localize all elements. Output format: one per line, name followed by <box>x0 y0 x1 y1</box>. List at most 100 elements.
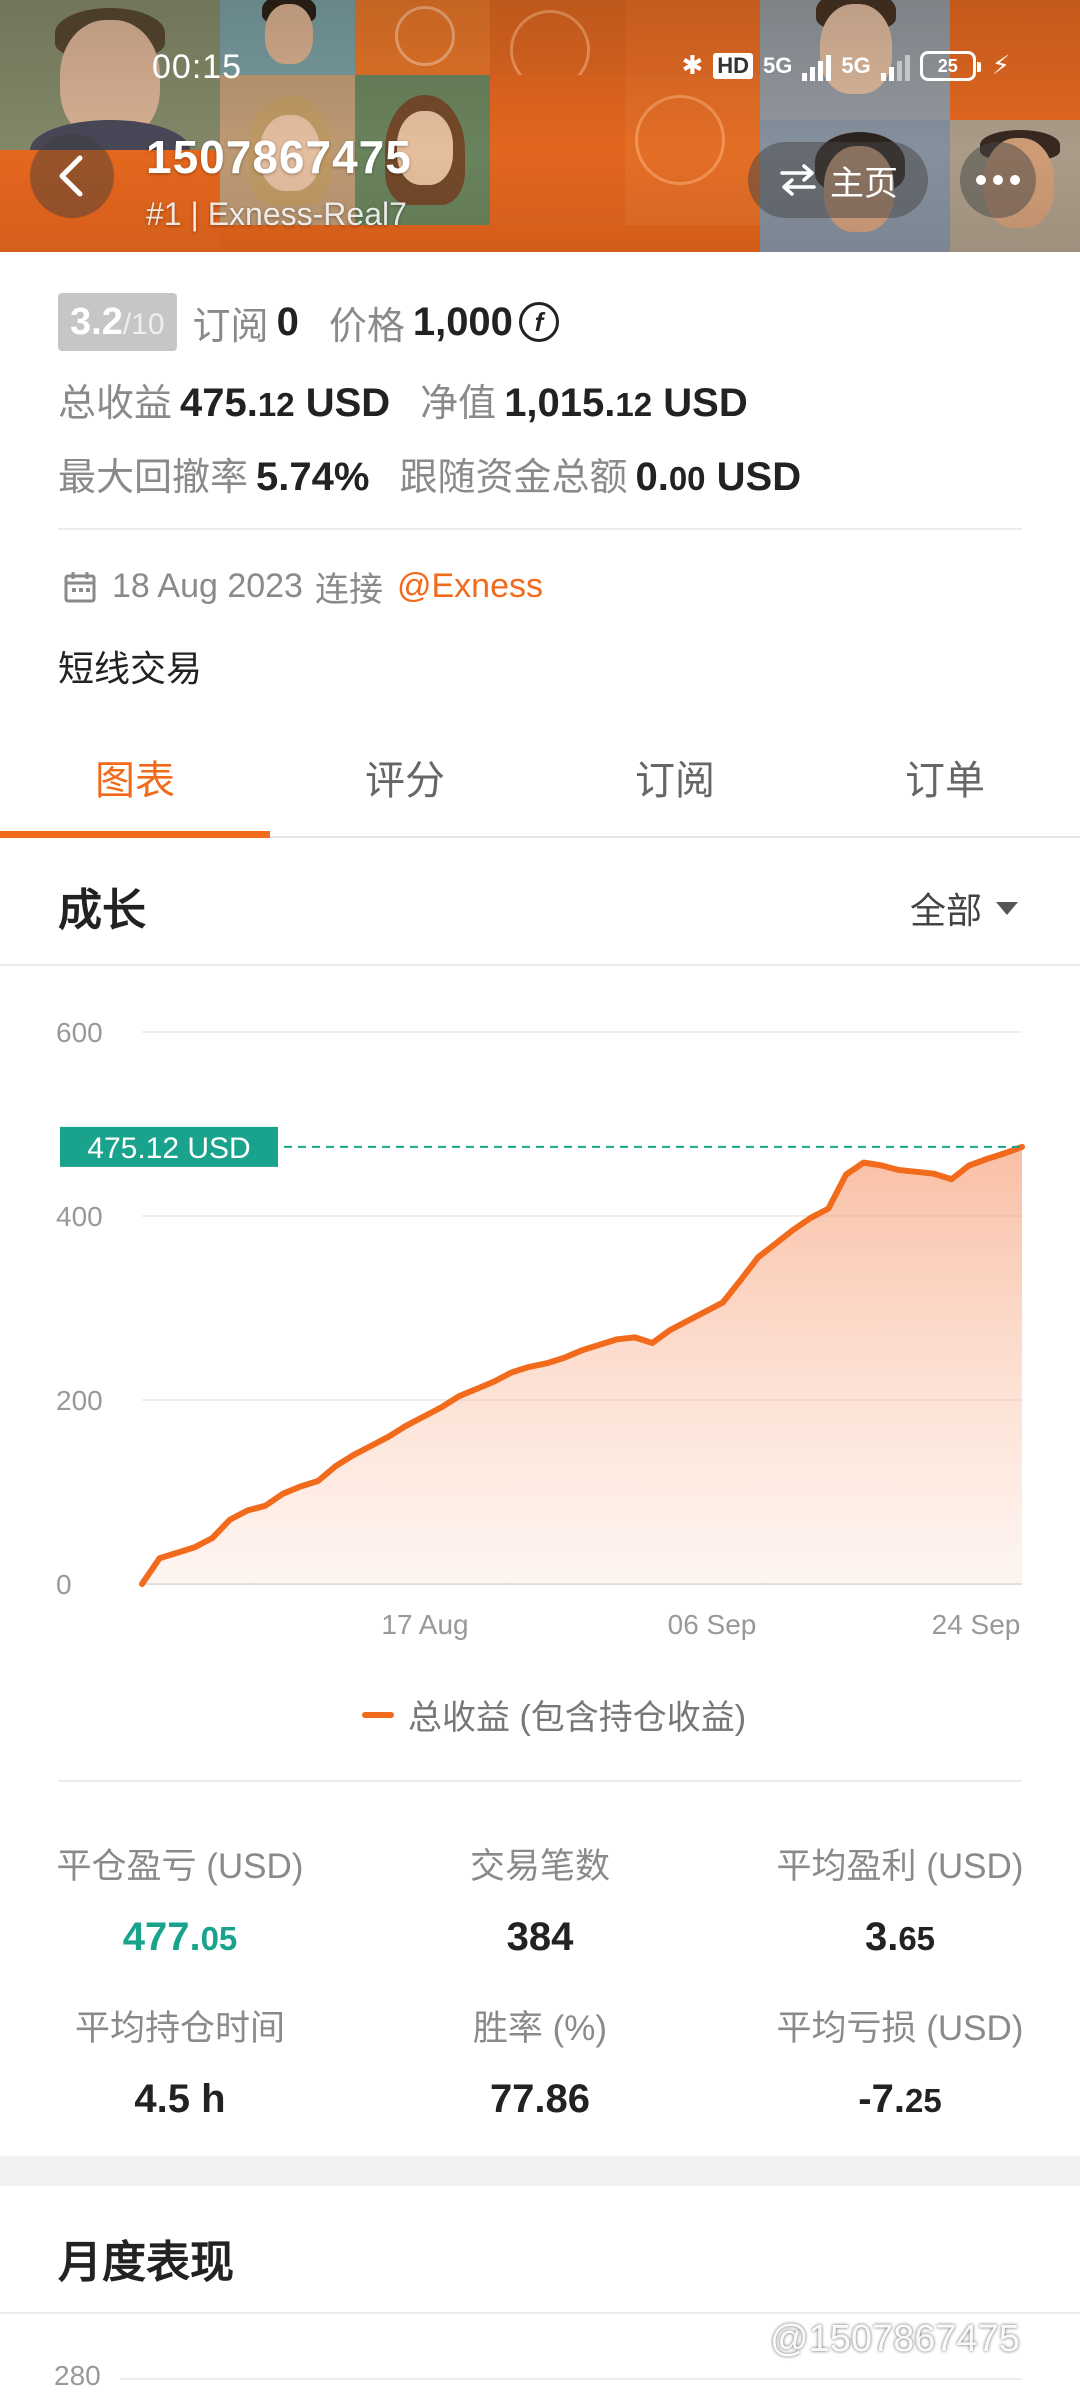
y-tick-label: 200 <box>56 1385 103 1416</box>
strategy-description: 短线交易 <box>58 648 203 689</box>
stat-label: 平均亏损 (USD) <box>776 2009 1024 2048</box>
follow-funds-label: 跟随资金总额 <box>399 457 628 499</box>
data-point <box>263 1503 268 1508</box>
data-point <box>492 1379 496 1384</box>
hd-icon: HD <box>713 52 754 79</box>
data-point <box>756 1255 760 1260</box>
signal-icon <box>802 51 832 81</box>
connected-date: 18 Aug 2023 <box>112 567 303 605</box>
max-drawdown-value: 5.74% <box>256 455 370 499</box>
account-id: 1507867475 <box>146 131 412 183</box>
data-point <box>316 1478 320 1483</box>
tab-subscribe[interactable]: 订阅 <box>540 738 810 836</box>
data-point <box>456 1394 461 1399</box>
data-point <box>703 1309 708 1314</box>
follow-funds-value: 0.00 USD <box>635 455 802 499</box>
legend-label: 总收益 (包含持仓收益) <box>408 1699 747 1737</box>
stat-avg-profit: 平均盈利 (USD) 3.65 <box>750 1838 1050 1960</box>
y-tick-label: 0 <box>56 1569 72 1600</box>
watermark: @1507867475 <box>770 2318 1020 2360</box>
data-point <box>210 1536 215 1540</box>
x-tick-label: 06 Sep <box>668 1609 757 1640</box>
total-profit-label: 总收益 <box>58 383 173 425</box>
stat-label: 交易笔数 <box>469 1847 610 1886</box>
data-point <box>615 1337 620 1342</box>
divider <box>0 2312 1080 2314</box>
data-point <box>404 1423 408 1428</box>
legend-swatch <box>362 1711 394 1718</box>
tab-rating[interactable]: 评分 <box>270 738 540 836</box>
back-button[interactable] <box>30 134 114 218</box>
data-point <box>527 1364 532 1369</box>
stat-label: 平均持仓时间 <box>74 2009 285 2048</box>
data-point <box>949 1177 954 1182</box>
coin-icon: f <box>518 302 559 342</box>
data-point <box>351 1453 356 1458</box>
home-button[interactable]: 主页 <box>748 142 928 218</box>
stat-closed-pnl: 平仓盈亏 (USD) 477.05 <box>30 1838 330 1960</box>
tab-orders[interactable]: 订单 <box>810 738 1080 836</box>
data-point <box>386 1434 391 1439</box>
y-tick-label: 400 <box>56 1201 103 1232</box>
data-point <box>668 1328 672 1333</box>
max-drawdown-label: 最大回撤率 <box>58 457 249 499</box>
stat-value: 77.86 <box>489 2077 591 2121</box>
stat-label: 平均盈利 (USD) <box>776 1847 1024 1886</box>
data-point <box>738 1278 743 1283</box>
home-button-label: 主页 <box>830 164 898 203</box>
charging-icon: ⚡ <box>991 50 1010 80</box>
range-dropdown[interactable]: 全部 <box>910 882 1019 934</box>
monthly-gridline <box>120 2378 1022 2380</box>
range-dropdown-value: 全部 <box>910 890 983 931</box>
data-point <box>791 1227 796 1232</box>
network-label: 5G <box>763 52 793 78</box>
data-point <box>914 1169 919 1174</box>
x-tick-label: 17 Aug <box>381 1609 468 1640</box>
data-point <box>632 1335 637 1340</box>
data-point <box>439 1405 444 1410</box>
data-point <box>650 1340 655 1345</box>
data-point <box>932 1171 936 1176</box>
data-point <box>844 1172 848 1177</box>
account-server: #1 | Exness-Real7 <box>146 196 407 232</box>
calendar-icon <box>64 571 96 602</box>
data-point <box>720 1300 725 1305</box>
signal-icon <box>880 51 910 81</box>
data-point <box>474 1386 479 1391</box>
score-badge: 3.2/10 <box>58 293 177 351</box>
growth-chart: 475.12 USD 0 200 400 600 17 Aug 06 Sep 24 Sep <box>56 1017 1025 1640</box>
divider <box>58 1780 1022 1782</box>
data-point <box>896 1168 901 1172</box>
stat-label: 胜率 (%) <box>472 2009 608 2048</box>
data-point <box>879 1163 884 1168</box>
stat-label: 平仓盈亏 (USD) <box>56 1847 304 1886</box>
data-point <box>544 1361 549 1366</box>
data-point <box>140 1582 144 1586</box>
divider <box>58 528 1022 530</box>
data-point <box>808 1215 813 1220</box>
growth-title: 成长 <box>58 886 146 935</box>
data-point <box>685 1318 690 1323</box>
data-point <box>175 1550 180 1555</box>
subscribe-count: 0 <box>276 299 299 344</box>
network-label: 5G <box>841 52 871 78</box>
x-tick-label: 24 Sep <box>932 1609 1021 1640</box>
rating-row: 3.2/10 订阅 0 价格 1,000 f <box>58 293 559 351</box>
chart-legend: 总收益 (包含持仓收益) <box>362 1690 746 1739</box>
more-options-icon[interactable] <box>960 142 1036 218</box>
tab-chart[interactable]: 图表 <box>0 738 270 838</box>
total-profit-value: 475.12 USD <box>180 381 391 425</box>
broker-link[interactable]: @Exness <box>397 567 543 606</box>
data-point <box>245 1508 250 1513</box>
data-point <box>192 1545 197 1550</box>
swap-icon <box>780 164 816 196</box>
data-point <box>984 1156 989 1161</box>
data-point <box>580 1348 584 1353</box>
data-point <box>421 1414 426 1419</box>
data-point <box>967 1163 972 1168</box>
data-point <box>368 1444 373 1448</box>
subscribe-label: 订阅 <box>192 305 269 348</box>
header-banner: 00:15 ✱ HD 5G 5G 25 ⚡ 1507867475 #1 | Ex… <box>0 0 1080 252</box>
section-separator <box>0 2156 1080 2186</box>
profit-row: 总收益 475.12 USD 净值 1,015.12 USD <box>58 372 748 427</box>
